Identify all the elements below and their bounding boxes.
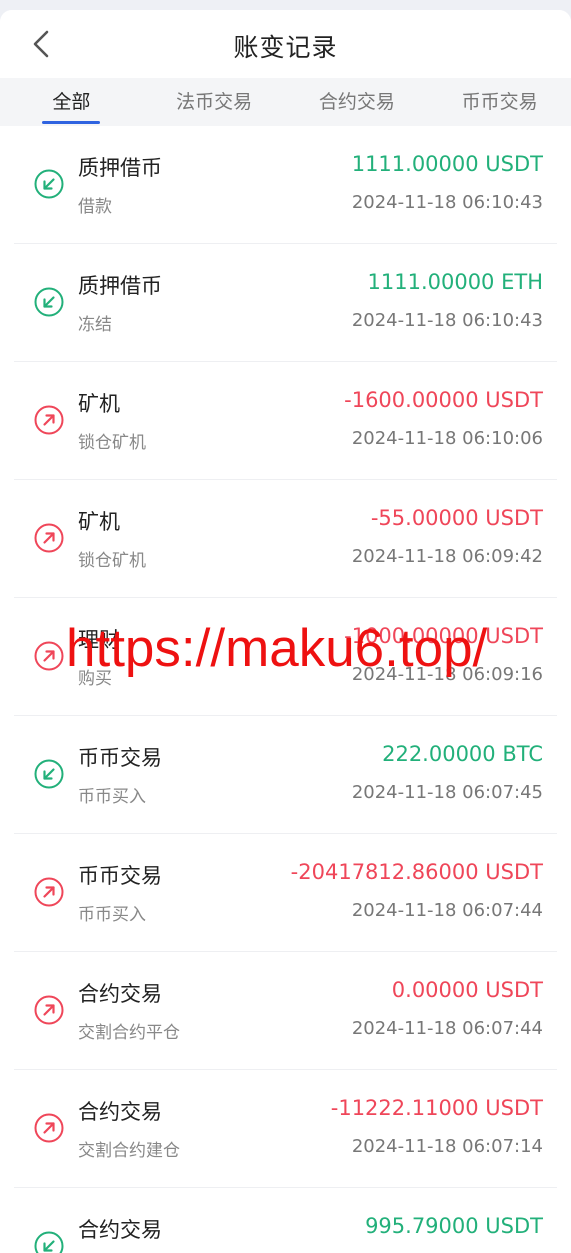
arrow-down-left-icon [34, 759, 64, 789]
arrow-up-right-icon [34, 405, 64, 435]
record-subtype: 币币买入 [78, 905, 146, 925]
arrow-down-left-icon [34, 287, 64, 317]
record-time: 2024-11-18 06:10:43 [351, 192, 543, 213]
record-type: 质押借币 [78, 274, 162, 298]
record-row[interactable]: 理财购买 -1000.00000 USDT 2024-11-18 06:09:16 [14, 598, 557, 716]
record-type: 矿机 [78, 392, 120, 416]
record-time: 2024-11-18 06:07:44 [351, 1018, 543, 1039]
record-amount: 1111.00000 ETH [367, 270, 544, 294]
tab-coin-trade[interactable]: 币币交易 [428, 78, 571, 126]
record-amount: 1111.00000 USDT [351, 152, 543, 176]
record-time: 2024-11-18 06:07:45 [351, 782, 543, 803]
record-amount: -11222.11000 USDT [330, 1096, 543, 1120]
tab-fiat-trade[interactable]: 法币交易 [143, 78, 286, 126]
record-amount: -55.00000 USDT [370, 506, 543, 530]
record-amount: -1600.00000 USDT [344, 388, 543, 412]
account-change-page: 账变记录 全部 法币交易 合约交易 币币交易 质押借币 借款 1111.00000 … [0, 10, 571, 1253]
record-time: 2024-11-18 06:09:42 [351, 546, 543, 567]
record-row[interactable]: 合约交易交割合约平仓 0.00000 USDT 2024-11-18 06:07:4… [14, 952, 557, 1070]
record-amount: -20417812.86000 USDT [290, 860, 543, 884]
record-row[interactable]: 币币交易币币买入 -20417812.86000 USDT 2024-11-18 0… [14, 834, 557, 952]
arrow-down-left-icon [34, 169, 64, 199]
record-subtype: 币币买入 [78, 787, 146, 807]
tab-contract-trade[interactable]: 合约交易 [286, 78, 429, 126]
tab-bar: 全部 法币交易 合约交易 币币交易 [0, 78, 571, 126]
record-subtype: 购买 [78, 669, 112, 689]
record-row[interactable]: 矿机锁仓矿机 -55.00000 USDT 2024-11-18 06:09:42 [14, 480, 557, 598]
record-subtype: 锁仓矿机 [78, 433, 146, 453]
arrow-up-right-icon [34, 523, 64, 553]
record-time: 2024-11-18 06:09:16 [351, 664, 543, 685]
record-row[interactable]: 矿机锁仓矿机 -1600.00000 USDT 2024-11-18 06:10:0… [14, 362, 557, 480]
arrow-down-left-icon [34, 1231, 64, 1253]
record-row[interactable]: 合约交易交割合约建仓 -11222.11000 USDT 2024-11-18 06… [14, 1070, 557, 1188]
record-amount: -1000.00000 USDT [344, 624, 543, 648]
record-list: 质押借币 借款 1111.00000 USDT 2024-11-18 06:10:43… [0, 126, 571, 1253]
record-type: 质押借币 [78, 156, 162, 180]
arrow-up-right-icon [34, 641, 64, 671]
record-subtype: 交割合约平仓 [78, 1023, 180, 1043]
record-subtype: 冻结 [78, 315, 112, 335]
record-type: 币币交易 [78, 864, 162, 888]
arrow-up-right-icon [34, 1113, 64, 1143]
record-type: 币币交易 [78, 746, 162, 770]
record-type: 理财 [78, 628, 120, 652]
record-row[interactable]: 质押借币借款 1111.00000 USDT 2024-11-18 06:10:43 [14, 126, 557, 244]
record-row[interactable]: 合约交易 995.79000 USDT [14, 1188, 557, 1253]
record-row[interactable]: 币币交易币币买入 222.00000 BTC 2024-11-18 06:07:45 [14, 716, 557, 834]
record-subtype: 锁仓矿机 [78, 551, 146, 571]
record-type: 合约交易 [78, 982, 162, 1006]
arrow-up-right-icon [34, 877, 64, 907]
record-time: 2024-11-18 06:10:06 [351, 428, 543, 449]
record-row[interactable]: 质押借币冻结 1111.00000 ETH 2024-11-18 06:10:43 [14, 244, 557, 362]
record-amount: 222.00000 BTC [382, 742, 543, 766]
record-type: 矿机 [78, 510, 120, 534]
record-subtype: 交割合约建仓 [78, 1141, 180, 1161]
record-amount: 0.00000 USDT [391, 978, 543, 1002]
record-type: 合约交易 [78, 1218, 162, 1242]
record-time: 2024-11-18 06:10:43 [351, 310, 543, 331]
record-subtype: 借款 [78, 197, 112, 217]
record-type: 合约交易 [78, 1100, 162, 1124]
header: 账变记录 [0, 10, 571, 78]
page-title: 账变记录 [233, 33, 338, 62]
record-time: 2024-11-18 06:07:14 [351, 1136, 543, 1157]
record-amount: 995.79000 USDT [365, 1214, 543, 1238]
arrow-up-right-icon [34, 995, 64, 1025]
tab-all[interactable]: 全部 [0, 78, 143, 126]
record-time: 2024-11-18 06:07:44 [351, 900, 543, 921]
